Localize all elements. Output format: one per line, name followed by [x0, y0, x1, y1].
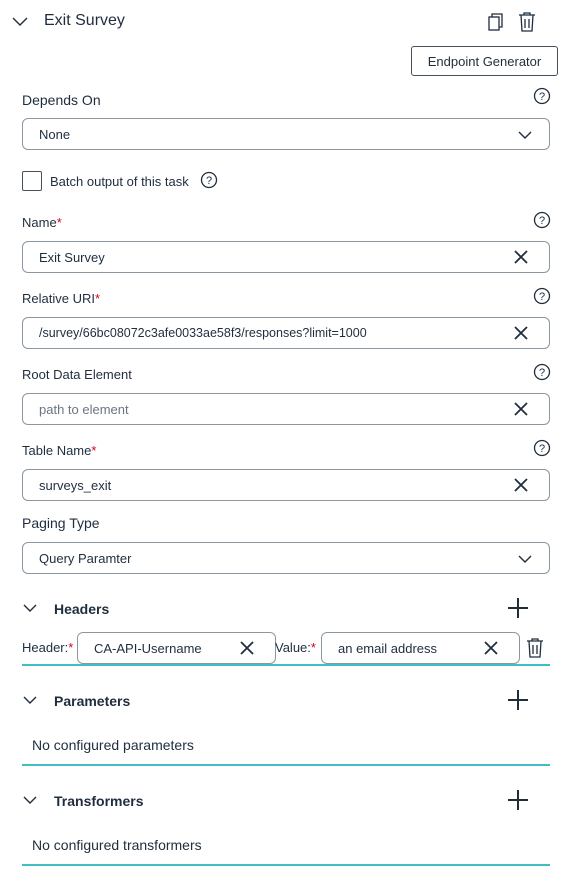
add-header-icon[interactable]	[507, 597, 529, 619]
transformers-divider	[22, 864, 550, 866]
name-label: Name*	[22, 215, 62, 230]
svg-text:?: ?	[539, 215, 545, 227]
trash-icon[interactable]	[516, 11, 538, 33]
clear-icon[interactable]	[513, 401, 529, 417]
table-name-value: surveys_exit	[39, 478, 112, 493]
parameters-divider	[22, 764, 550, 766]
paging-type-value: Query Paramter	[39, 551, 132, 566]
header-value-label-text: Value:	[275, 640, 311, 655]
name-value: Exit Survey	[39, 250, 105, 265]
required-marker: *	[94, 291, 101, 306]
help-icon[interactable]: ?	[533, 287, 551, 305]
clear-icon[interactable]	[513, 477, 529, 493]
paging-type-label: Paging Type	[22, 515, 100, 531]
clear-icon[interactable]	[513, 325, 529, 341]
clear-icon[interactable]	[239, 640, 255, 656]
relative-uri-input[interactable]: /survey/66bc08072c3afe0033ae58f3/respons…	[22, 317, 550, 349]
transformers-collapse-chevron-icon[interactable]	[22, 792, 38, 808]
root-data-input[interactable]: path to element	[22, 393, 550, 425]
copy-icon[interactable]	[486, 12, 506, 32]
batch-label: Batch output of this task	[50, 174, 189, 189]
help-icon[interactable]: ?	[533, 211, 551, 229]
table-name-label-text: Table Name	[22, 443, 92, 458]
endpoint-generator-button[interactable]: Endpoint Generator	[411, 46, 558, 76]
required-marker: *	[310, 640, 316, 655]
add-transformer-icon[interactable]	[507, 789, 529, 811]
depends-on-label: Depends On	[22, 92, 101, 108]
chevron-down-icon	[518, 131, 532, 139]
svg-text:?: ?	[539, 91, 545, 103]
help-icon[interactable]: ?	[533, 363, 551, 381]
relative-uri-label: Relative URI*	[22, 291, 100, 306]
chevron-down-icon	[518, 555, 532, 563]
required-marker: *	[68, 640, 74, 655]
svg-text:?: ?	[539, 443, 545, 455]
paging-type-select[interactable]: Query Paramter	[22, 542, 550, 574]
depends-on-select[interactable]: None	[22, 118, 550, 150]
parameters-empty-text: No configured parameters	[32, 737, 194, 753]
parameters-title: Parameters	[54, 693, 131, 709]
header-key-label-text: Header:	[22, 640, 69, 655]
svg-text:?: ?	[539, 367, 545, 379]
parameters-collapse-chevron-icon[interactable]	[22, 692, 38, 708]
header-key-value: CA-API-Username	[94, 641, 202, 656]
header-key-input[interactable]: CA-API-Username	[77, 632, 276, 664]
batch-checkbox[interactable]	[22, 171, 42, 191]
name-input[interactable]: Exit Survey	[22, 241, 550, 273]
headers-collapse-chevron-icon[interactable]	[22, 600, 38, 616]
relative-uri-value: /survey/66bc08072c3afe0033ae58f3/respons…	[39, 326, 367, 340]
svg-text:?: ?	[539, 291, 545, 303]
root-data-label: Root Data Element	[22, 367, 132, 382]
header-value-value: an email address	[338, 641, 437, 656]
header-value-label: Value:*	[275, 640, 316, 655]
transformers-empty-text: No configured transformers	[32, 837, 202, 853]
help-icon[interactable]: ?	[533, 439, 551, 457]
table-name-label: Table Name*	[22, 443, 96, 458]
relative-uri-label-text: Relative URI	[22, 291, 95, 306]
required-marker: *	[91, 443, 97, 458]
delete-header-icon[interactable]	[525, 637, 545, 659]
required-marker: *	[56, 215, 62, 230]
svg-text:?: ?	[206, 175, 212, 187]
name-label-text: Name	[22, 215, 57, 230]
clear-icon[interactable]	[483, 640, 499, 656]
headers-title: Headers	[54, 601, 110, 617]
header-value-input[interactable]: an email address	[321, 632, 520, 664]
collapse-chevron-icon[interactable]	[11, 13, 29, 31]
help-icon[interactable]: ?	[533, 87, 551, 105]
add-parameter-icon[interactable]	[507, 689, 529, 711]
depends-on-value: None	[39, 127, 71, 142]
help-icon[interactable]: ?	[200, 171, 218, 189]
task-title: Exit Survey	[44, 12, 125, 29]
root-data-placeholder: path to element	[39, 402, 129, 417]
table-name-input[interactable]: surveys_exit	[22, 469, 550, 501]
clear-icon[interactable]	[513, 249, 529, 265]
transformers-title: Transformers	[54, 793, 144, 809]
headers-divider	[22, 664, 550, 666]
header-key-label: Header:*	[22, 640, 73, 655]
